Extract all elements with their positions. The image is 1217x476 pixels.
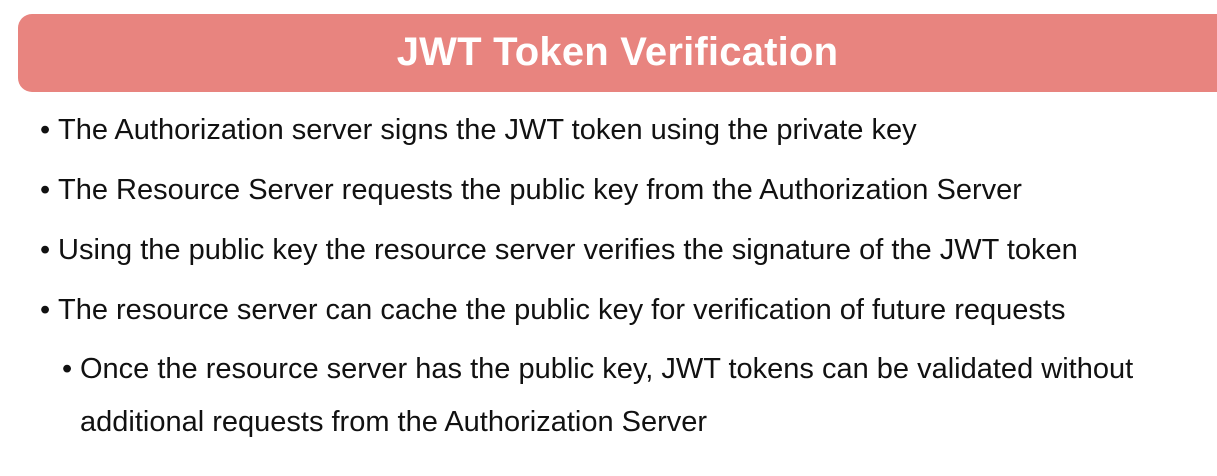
bullet-marker: •: [40, 294, 51, 326]
bullet-marker: •: [62, 353, 73, 385]
list-item: • The Resource Server requests the publi…: [40, 170, 1200, 210]
bullet-text: The Authorization server signs the JWT t…: [58, 114, 917, 146]
title-bar: JWT Token Verification: [18, 14, 1217, 92]
sub-list-item: • Once the resource server has the publi…: [62, 343, 1200, 449]
list-item: • The Authorization server signs the JWT…: [40, 110, 1200, 150]
bullet-marker: •: [40, 114, 51, 146]
bullet-marker: •: [40, 174, 51, 206]
bullet-text: The resource server can cache the public…: [58, 294, 1066, 326]
page-title: JWT Token Verification: [396, 29, 839, 74]
bullet-marker: •: [40, 234, 51, 266]
list-item: • Using the public key the resource serv…: [40, 230, 1200, 270]
bullet-text: The Resource Server requests the public …: [58, 174, 1022, 206]
list-item: • The resource server can cache the publ…: [40, 290, 1200, 330]
sub-bullet-text: Once the resource server has the public …: [80, 353, 1134, 438]
bullet-list: • The Authorization server signs the JWT…: [40, 110, 1200, 476]
bullet-text: Using the public key the resource server…: [58, 234, 1078, 266]
